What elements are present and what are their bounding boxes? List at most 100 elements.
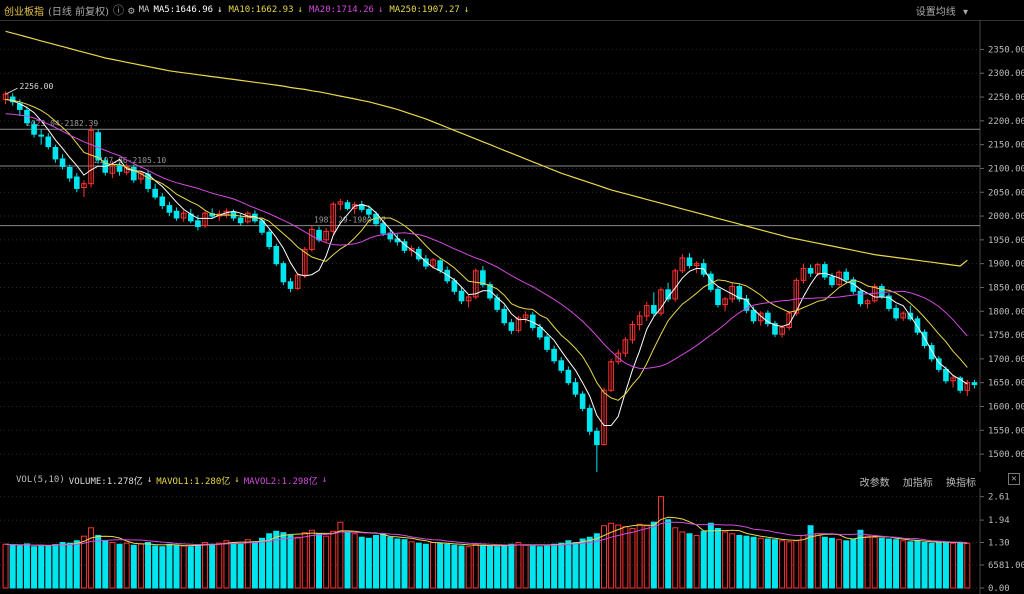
volume-bar	[928, 542, 935, 589]
volume-bar	[615, 524, 622, 589]
volume-bar	[180, 545, 187, 589]
price-tick-label: 1650.00	[988, 379, 1024, 389]
candle	[971, 382, 978, 386]
candle	[879, 286, 885, 297]
volume-tick-label: 1.94	[988, 516, 1010, 526]
candle	[921, 331, 928, 347]
volume-bar	[209, 543, 216, 589]
candle	[651, 305, 657, 314]
price-tick-label: 1700.00	[988, 355, 1024, 365]
volume-bar	[259, 537, 266, 589]
volume-tick-label: 1.30	[988, 539, 1010, 549]
chevron-down-icon: ▾	[962, 6, 968, 18]
volume-bar	[693, 535, 700, 589]
volume-bar	[415, 542, 422, 589]
volume-bar	[444, 543, 451, 589]
info-icon[interactable]: ⓘ	[113, 2, 124, 18]
volume-header: VOL(5,10) VOLUME:1.278亿 ↓ MAVOL1:1.280亿 ↓ …	[0, 472, 1024, 489]
candle	[943, 368, 949, 382]
volume-bar	[536, 546, 543, 589]
price-tick-label: 1550.00	[988, 426, 1024, 436]
price-tick-label: 2100.00	[988, 164, 1024, 174]
volume-down-arrow-icon: ↓	[146, 475, 153, 485]
volume-bar	[900, 540, 907, 589]
close-icon[interactable]: ✕	[1008, 473, 1020, 485]
candle	[59, 158, 66, 168]
volume-bar	[266, 533, 273, 589]
volume-tick-label: 0.00	[988, 584, 1010, 594]
volume-bar	[187, 546, 194, 589]
candle	[558, 360, 565, 371]
candle	[857, 290, 864, 305]
volume-bar	[850, 538, 857, 589]
volume-bar	[551, 543, 558, 589]
volume-chart[interactable]: 0.00 6581.00 1.30 1.94 2.61	[0, 488, 1024, 594]
volume-bar	[529, 545, 536, 589]
candle	[52, 146, 59, 160]
high-price-label: 2256.00	[20, 82, 54, 91]
volume-bar	[558, 542, 565, 589]
candle	[173, 210, 180, 219]
volume-bar	[857, 529, 864, 589]
settings-gear-icon[interactable]: ⚙	[128, 4, 135, 17]
period-label[interactable]: (日线 前复权)	[48, 3, 109, 18]
price-tick-label: 2200.00	[988, 117, 1024, 127]
volume-bar	[216, 542, 223, 589]
volume-bar	[622, 526, 629, 589]
volume-bar	[31, 546, 38, 589]
price-tick-label: 2350.00	[988, 45, 1024, 55]
volume-bar	[508, 543, 515, 589]
volume-bar	[771, 539, 778, 589]
volume-bar	[871, 536, 878, 589]
candle	[195, 220, 201, 228]
price-tick-label: 1500.00	[988, 450, 1024, 460]
candle	[316, 229, 322, 241]
volume-bar	[864, 535, 871, 589]
volume-bar	[935, 542, 942, 589]
candle	[829, 276, 835, 286]
volume-bar	[472, 543, 479, 589]
volume-bar	[308, 529, 315, 589]
price-chart[interactable]: 1500.00 1550.00 1600.00 1650.00 1700.00 1750.…	[0, 20, 1024, 472]
volume-bar	[202, 542, 209, 589]
volume-bar	[73, 540, 80, 589]
volume-tick-label: 6581.00	[988, 561, 1024, 571]
volume-bar	[779, 540, 786, 589]
ma250-down-arrow-icon: ↓	[463, 5, 470, 15]
volume-tick-label: 2.61	[988, 493, 1010, 503]
volume-bar	[280, 532, 287, 589]
volume-bar	[16, 545, 23, 589]
price-tick-label: 2300.00	[988, 69, 1024, 79]
price-tick-label: 2150.00	[988, 141, 1024, 151]
candle	[366, 208, 372, 215]
candle	[66, 166, 73, 179]
volume-indicator-label: VOL(5,10)	[16, 475, 65, 485]
ma5-down-arrow-icon: ↓	[217, 5, 223, 15]
volume-bar	[729, 533, 736, 589]
volume-bar	[629, 528, 636, 589]
volume-bar	[757, 537, 764, 589]
volume-bar	[330, 530, 337, 589]
price-tick-label: 1750.00	[988, 331, 1024, 341]
candle	[843, 271, 850, 281]
volume-bar	[294, 536, 301, 589]
volume-bar	[814, 533, 821, 589]
ma20-down-arrow-icon: ↓	[377, 5, 384, 15]
volume-bar	[700, 530, 707, 589]
volume-bar	[351, 533, 358, 589]
ma-settings-button[interactable]: 设置均线 ▾	[916, 3, 972, 18]
volume-bar	[408, 541, 415, 589]
mavol1-value: MAVOL1:1.280亿	[156, 476, 231, 487]
candle	[686, 257, 693, 267]
volume-bar	[714, 528, 721, 589]
ma20-value: MA20:1714.26	[308, 5, 374, 15]
volume-bar	[316, 533, 323, 589]
volume-bar	[287, 535, 294, 589]
volume-bar	[387, 536, 394, 589]
volume-bar	[907, 541, 914, 589]
indicator-actions: 改参数 加指标 换指标	[854, 474, 980, 489]
volume-bar	[130, 544, 137, 589]
candle	[273, 246, 280, 265]
candle	[594, 430, 600, 446]
ma250-value: MA250:1907.27	[389, 5, 460, 15]
